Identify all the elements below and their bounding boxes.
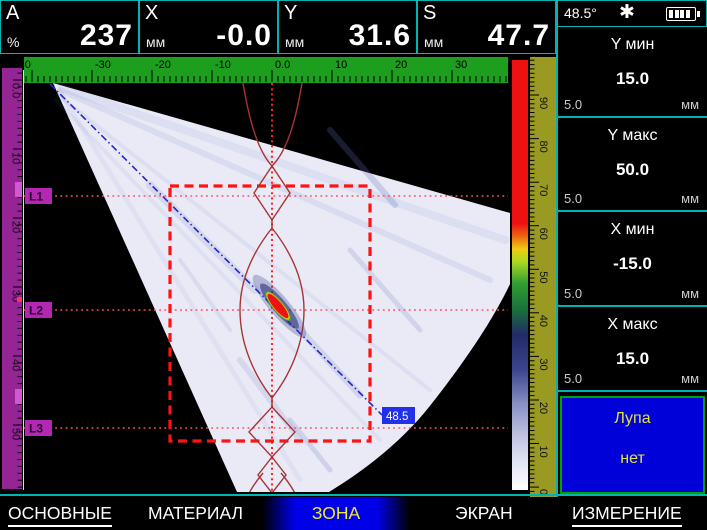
measurement-value: -0.0	[216, 19, 272, 53]
main-menu: ЗОНА ОСНОВНЫЕ МАТЕРИАЛ ЭКРАН ИЗМЕРЕНИЕ	[0, 497, 707, 530]
measurement-letter: S	[423, 2, 436, 25]
svg-text:40: 40	[537, 315, 549, 327]
svg-text:10: 10	[10, 152, 22, 164]
param-step: 5.0	[564, 191, 582, 206]
svg-text:10: 10	[335, 59, 347, 71]
panel-border	[556, 0, 558, 497]
measurement-letter: Y	[284, 2, 297, 25]
param-unit: мм	[681, 371, 699, 386]
angle-cursor-value: 48.5	[386, 411, 408, 423]
measurement-cell-y: Y мм 31.6	[278, 0, 417, 54]
menu-item-osnovnye[interactable]: ОСНОВНЫЕ	[8, 503, 112, 527]
left-depth-ruler	[2, 68, 22, 489]
svg-text:-30: -30	[95, 59, 111, 71]
measurement-letter: X	[145, 2, 158, 25]
gate-label-l2: L2	[29, 304, 43, 318]
battery-icon	[666, 7, 696, 21]
svg-text:80: 80	[537, 141, 549, 153]
svg-text:20: 20	[10, 221, 22, 233]
svg-text:20: 20	[537, 402, 549, 414]
param-value: 50.0	[558, 160, 707, 180]
param-value: 15.0	[558, 69, 707, 89]
menu-item-zona[interactable]: ЗОНА	[262, 497, 410, 530]
svg-text:50: 50	[537, 271, 549, 283]
svg-text:50: 50	[10, 428, 22, 440]
gate-marker-ymin	[15, 182, 22, 197]
sector-scan-area: -40-30-20-100.0102030 0.01020304050	[0, 55, 560, 497]
measurement-letter: A	[6, 2, 19, 25]
svg-text:20: 20	[395, 59, 407, 71]
depth-cursor-marker	[17, 297, 22, 302]
svg-text:90: 90	[537, 97, 549, 109]
measurement-value: 47.7	[488, 19, 550, 53]
param-value: 15.0	[558, 349, 707, 369]
svg-text:30: 30	[455, 59, 467, 71]
flaw-detector-screen: A % 237 X мм -0.0 Y мм 31.6 S мм 47.7 48…	[0, 0, 707, 530]
magnifier-label: Лупа	[562, 410, 703, 428]
menu-item-material[interactable]: МАТЕРИАЛ	[148, 503, 243, 524]
param-y-max[interactable]: Y макс 50.0 5.0 мм	[558, 118, 707, 212]
svg-text:-10: -10	[215, 59, 231, 71]
param-label: Y мин	[558, 36, 707, 54]
param-x-min[interactable]: X мин -15.0 5.0 мм	[558, 212, 707, 307]
status-cell: 48.5° ✱	[556, 0, 707, 27]
param-unit: мм	[681, 191, 699, 206]
measurement-unit: %	[7, 34, 19, 50]
angle-cursor-tag: 48.5	[382, 407, 415, 424]
menu-item-izmerenie[interactable]: ИЗМЕРЕНИЕ	[572, 503, 682, 527]
param-step: 5.0	[564, 371, 582, 386]
svg-text:70: 70	[537, 184, 549, 196]
param-step: 5.0	[564, 286, 582, 301]
measurement-unit: мм	[424, 34, 443, 50]
param-y-min[interactable]: Y мин 15.0 5.0 мм	[558, 27, 707, 118]
param-label: X мин	[558, 221, 707, 239]
gate-label-l1: L1	[29, 190, 43, 204]
menu-divider	[0, 494, 707, 496]
freeze-icon: ✱	[619, 1, 635, 24]
measurement-cell-x: X мм -0.0	[139, 0, 278, 54]
menu-item-ekran[interactable]: ЭКРАН	[455, 503, 513, 524]
param-step: 5.0	[564, 97, 582, 112]
svg-text:0.0: 0.0	[275, 59, 290, 71]
svg-text:0.0: 0.0	[10, 83, 22, 98]
menu-item-label: ЗОНА	[262, 503, 410, 524]
param-unit: мм	[681, 286, 699, 301]
measurement-value: 237	[80, 19, 133, 53]
param-value: -15.0	[558, 254, 707, 274]
svg-text:60: 60	[537, 228, 549, 240]
measurement-unit: мм	[146, 34, 165, 50]
svg-text:-20: -20	[155, 59, 171, 71]
magnifier-setting[interactable]: Лупа нет	[560, 396, 705, 494]
amplitude-colorbar	[512, 60, 528, 490]
gate-label-l3: L3	[29, 422, 43, 436]
measurement-value: 31.6	[349, 19, 411, 53]
measurement-cell-s: S мм 47.7	[417, 0, 556, 54]
magnifier-value: нет	[562, 450, 703, 468]
probe-angle-readout: 48.5°	[564, 5, 597, 21]
svg-text:10: 10	[537, 445, 549, 457]
param-label: Y макс	[558, 127, 707, 145]
gate-labels: L1 L2 L3	[25, 188, 52, 436]
param-x-max[interactable]: X макс 15.0 5.0 мм	[558, 307, 707, 392]
measurement-unit: мм	[285, 34, 304, 50]
param-label: X макс	[558, 316, 707, 334]
svg-text:30: 30	[537, 358, 549, 370]
param-unit: мм	[681, 97, 699, 112]
gate-marker-ymax	[15, 389, 22, 404]
measurement-cell-a: A % 237	[0, 0, 139, 54]
svg-text:40: 40	[10, 359, 22, 371]
